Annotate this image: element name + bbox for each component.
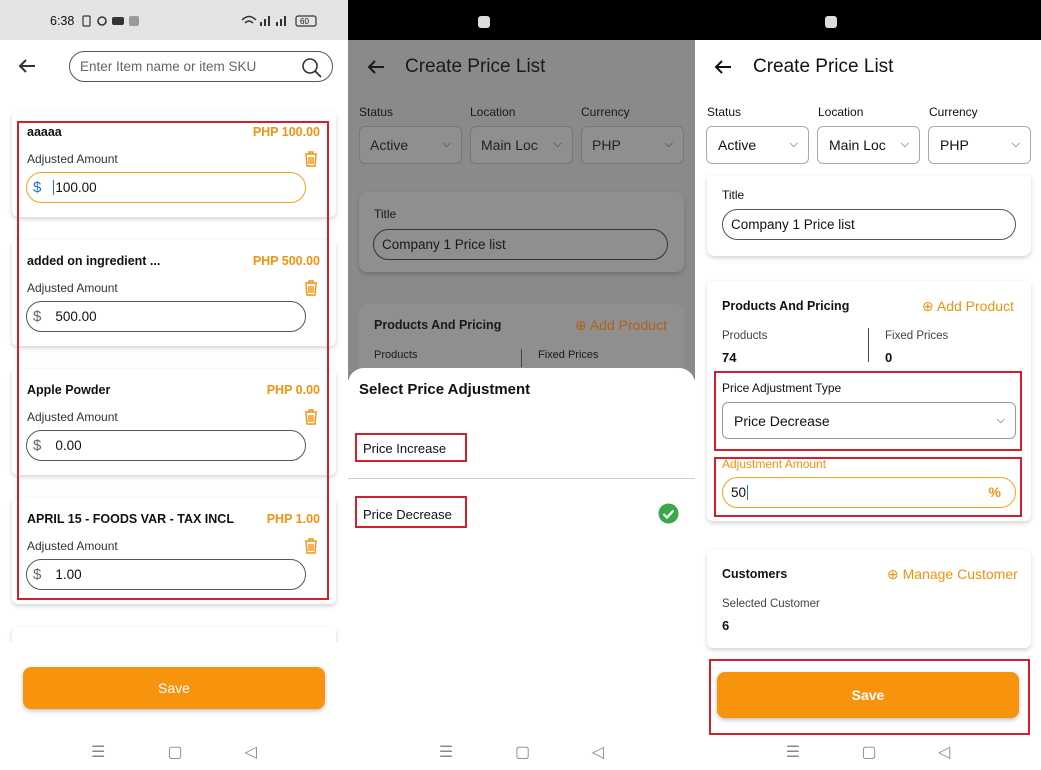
add-product-button[interactable]: ⊕ Add Product — [922, 298, 1014, 315]
notch-indicator — [825, 16, 837, 28]
currency-select[interactable]: PHP ⌵ — [581, 126, 684, 164]
search-placeholder: Enter Item name or item SKU — [80, 59, 257, 74]
add-product-label: Add Product — [589, 317, 667, 333]
page-title: Create Price List — [405, 56, 546, 77]
currency-label: Currency — [929, 105, 978, 119]
manage-customer-label: Manage Customer — [902, 566, 1018, 582]
highlight-box — [714, 457, 1022, 517]
menu-nav-icon[interactable]: ☰ — [786, 742, 800, 762]
back-arrow-icon[interactable] — [17, 58, 37, 74]
chevron-down-icon: ⌵ — [789, 138, 798, 150]
location-select[interactable]: Main Loc ⌵ — [470, 126, 573, 164]
title-label: Title — [722, 188, 745, 202]
menu-nav-icon[interactable]: ☰ — [91, 742, 105, 762]
title-input[interactable]: Company 1 Price list — [722, 209, 1016, 240]
divider — [521, 349, 522, 367]
home-nav-icon[interactable]: ▢ — [515, 742, 530, 762]
battery-level: 60 — [300, 17, 309, 26]
select-adjustment-screen: Create Price List Status Location Curren… — [348, 0, 695, 770]
home-nav-icon[interactable]: ▢ — [167, 742, 182, 762]
location-label: Location — [818, 105, 864, 119]
highlight-box — [355, 496, 467, 528]
products-heading: Products And Pricing — [374, 318, 502, 332]
status-bar: 6:38 60 — [0, 0, 348, 40]
divider — [868, 328, 869, 362]
customers-heading: Customers — [722, 567, 788, 581]
status-time: 6:38 — [50, 14, 75, 28]
fixed-prices-label: Fixed Prices — [885, 330, 949, 342]
status-select[interactable]: Active ⌵ — [359, 126, 462, 164]
location-select[interactable]: Main Loc ⌵ — [817, 126, 920, 164]
back-nav-icon[interactable]: ◁ — [938, 742, 950, 762]
highlight-box — [355, 433, 467, 462]
status-label: Status — [707, 105, 742, 119]
title-value: Company 1 Price list — [731, 217, 855, 232]
menu-nav-icon[interactable]: ☰ — [439, 742, 453, 762]
price-adjustment-sheet: Select Price Adjustment Price Increase P… — [348, 368, 695, 770]
divider — [348, 478, 695, 479]
system-nav-bar: ☰ ▢ ◁ — [695, 734, 1041, 770]
products-count: 74 — [722, 350, 737, 365]
currency-value: PHP — [940, 137, 969, 153]
notch-indicator — [478, 16, 490, 28]
currency-select[interactable]: PHP ⌵ — [928, 126, 1031, 164]
home-nav-icon[interactable]: ▢ — [861, 742, 876, 762]
title-value: Company 1 Price list — [382, 237, 506, 252]
location-value: Main Loc — [481, 137, 538, 153]
status-value: Active — [718, 137, 757, 153]
chevron-down-icon: ⌵ — [900, 138, 909, 150]
status-bar — [695, 0, 1041, 40]
check-circle-icon — [658, 503, 679, 524]
title-label: Title — [374, 207, 397, 221]
chevron-down-icon: ⌵ — [553, 138, 562, 150]
page-title: Create Price List — [753, 56, 894, 77]
add-product-button[interactable]: ⊕ Add Product — [575, 317, 667, 334]
system-nav-bar: ☰ ▢ ◁ — [0, 734, 348, 770]
selected-customer-count: 6 — [722, 618, 730, 633]
currency-value: PHP — [592, 137, 621, 153]
add-product-label: Add Product — [936, 298, 1014, 314]
chevron-down-icon: ⌵ — [442, 138, 451, 150]
status-value: Active — [370, 137, 409, 153]
save-button[interactable]: Save — [23, 667, 325, 709]
highlight-box — [714, 371, 1022, 451]
fixed-prices-label: Fixed Prices — [538, 349, 599, 361]
highlight-box — [17, 121, 329, 600]
chevron-down-icon: ⌵ — [664, 138, 673, 150]
currency-label: Currency — [581, 105, 630, 119]
location-value: Main Loc — [829, 137, 886, 153]
back-arrow-icon[interactable] — [366, 59, 386, 75]
status-select[interactable]: Active ⌵ — [706, 126, 809, 164]
title-input[interactable]: Company 1 Price list — [373, 229, 668, 260]
highlight-box — [709, 659, 1030, 735]
products-label: Products — [722, 330, 768, 342]
item-adjust-screen: 6:38 60 Enter Item name or item SKU aaaa… — [0, 0, 348, 770]
sheet-title: Select Price Adjustment — [359, 381, 531, 398]
status-bar — [348, 0, 695, 40]
back-nav-icon[interactable]: ◁ — [245, 742, 257, 762]
products-label: Products — [374, 349, 418, 361]
search-icon[interactable] — [302, 58, 322, 78]
back-arrow-icon[interactable] — [713, 59, 733, 75]
location-label: Location — [470, 105, 516, 119]
selected-customer-label: Selected Customer — [722, 598, 820, 610]
screenshot-root: 6:38 60 Enter Item name or item SKU aaaa… — [0, 0, 1041, 770]
create-price-list-screen: Create Price List Status Location Curren… — [695, 0, 1041, 770]
notification-icons — [82, 15, 139, 27]
products-heading: Products And Pricing — [722, 299, 850, 313]
system-nav-bar: ☰ ▢ ◁ — [348, 734, 695, 770]
fixed-prices-count: 0 — [885, 350, 893, 365]
manage-customer-button[interactable]: ⊕ Manage Customer — [887, 566, 1018, 583]
search-input[interactable]: Enter Item name or item SKU — [69, 51, 333, 82]
status-label: Status — [359, 105, 394, 119]
chevron-down-icon: ⌵ — [1011, 138, 1020, 150]
back-nav-icon[interactable]: ◁ — [592, 742, 604, 762]
